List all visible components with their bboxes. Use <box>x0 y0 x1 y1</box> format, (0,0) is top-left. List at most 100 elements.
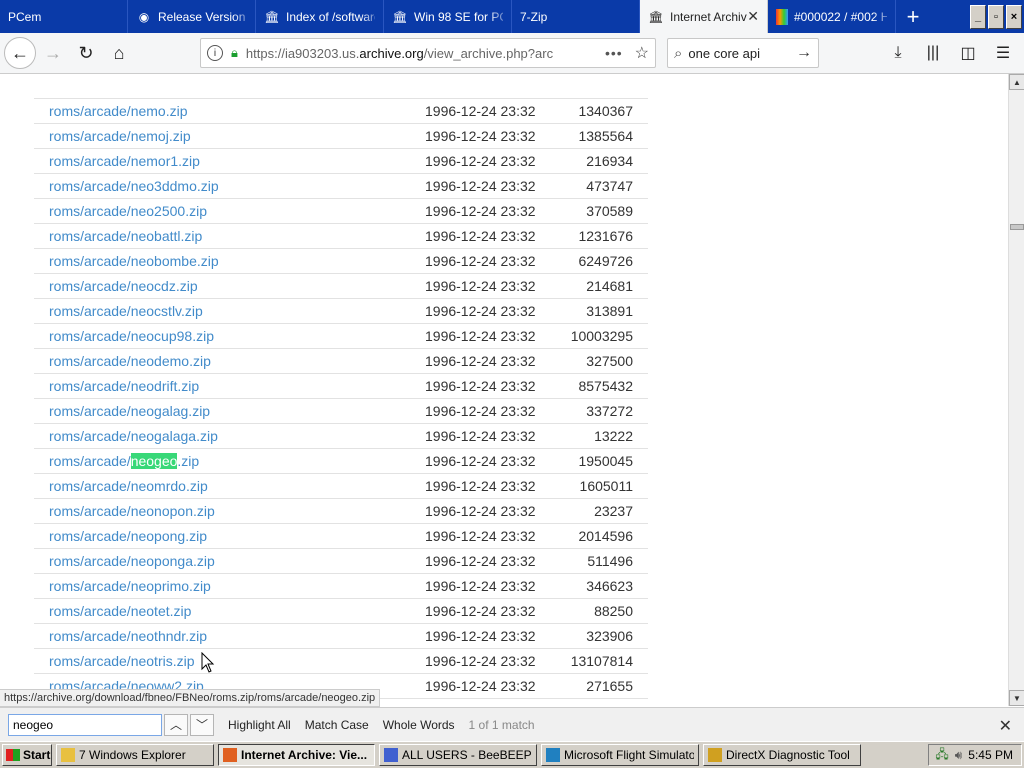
file-link[interactable]: roms/arcade/neocstlv.zip <box>34 298 410 324</box>
whole-words-option[interactable]: Whole Words <box>383 718 455 732</box>
maximize-button[interactable]: ▫ <box>988 4 1004 29</box>
highlight-all-option[interactable]: Highlight All <box>228 718 291 732</box>
taskbar-task-0[interactable]: 7 Windows Explorer <box>56 744 214 766</box>
tray-volume-icon[interactable]: 🔊︎ <box>955 748 963 763</box>
file-link[interactable]: roms/arcade/nemoj.zip <box>34 123 410 149</box>
tab-1[interactable]: ◉Release Version 3... <box>128 0 256 33</box>
file-link[interactable]: roms/arcade/neogeo.zip <box>34 448 410 474</box>
file-link[interactable]: roms/arcade/neodemo.zip <box>34 348 410 374</box>
url-text[interactable]: https://ia903203.us.archive.org/view_arc… <box>246 46 599 61</box>
taskbar-task-3[interactable]: Microsoft Flight Simulator 98 <box>541 744 699 766</box>
taskbar-task-1[interactable]: Internet Archive: Vie... <box>218 744 375 766</box>
tab-3[interactable]: 🏛︎Win 98 SE for PC... <box>384 0 512 33</box>
file-link[interactable]: roms/arcade/nemor1.zip <box>34 148 410 174</box>
file-link[interactable]: roms/arcade/neo3ddmo.zip <box>34 173 410 199</box>
file-link[interactable]: roms/arcade/neotet.zip <box>34 598 410 624</box>
file-link[interactable]: roms/arcade/neogalaga.zip <box>34 423 410 449</box>
file-link[interactable]: roms/arcade/neopong.zip <box>34 523 410 549</box>
file-size: 6249726 <box>570 248 648 274</box>
tab-5[interactable]: 🏛︎ Internet Archiv ✕ <box>640 0 768 33</box>
search-bar[interactable]: ⌕ one core api → <box>667 38 819 68</box>
file-size: 1340367 <box>570 98 648 124</box>
scroll-down-arrow[interactable]: ▼ <box>1009 690 1024 706</box>
match-case-option[interactable]: Match Case <box>305 718 369 732</box>
file-link[interactable]: roms/arcade/neobombe.zip <box>34 248 410 274</box>
file-link[interactable]: roms/arcade/neotris.zip <box>34 648 410 674</box>
sidebar-button[interactable]: ◫ <box>952 37 984 69</box>
taskbar-task-2[interactable]: ALL USERS - BeeBEEP ... <box>379 744 537 766</box>
tab-6[interactable]: #000022 / #002 H <box>768 0 896 33</box>
new-tab-button[interactable]: + <box>896 0 930 33</box>
file-link[interactable]: roms/arcade/neodrift.zip <box>34 373 410 399</box>
search-go-icon[interactable]: → <box>796 44 812 62</box>
tab-close-icon[interactable]: ✕ <box>747 8 759 25</box>
url-bar[interactable]: i 🔒︎ https://ia903203.us.archive.org/vie… <box>200 38 656 68</box>
taskbar-tasks: 7 Windows Explorer Internet Archive: Vie.… <box>52 744 861 766</box>
table-row: roms/arcade/neodrift.zip 1996-12-24 23:32… <box>34 373 648 399</box>
file-date: 1996-12-24 23:32 <box>410 198 570 224</box>
file-link[interactable]: roms/arcade/neothndr.zip <box>34 623 410 649</box>
find-highlight: neogeo <box>130 452 178 469</box>
downloads-button[interactable]: ⤓ <box>882 37 914 69</box>
tab-0[interactable]: PCem <box>0 0 128 33</box>
menu-button[interactable]: ☰ <box>987 37 1019 69</box>
table-row: roms/arcade/neotet.zip 1996-12-24 23:32 88… <box>34 598 648 624</box>
file-link[interactable]: roms/arcade/neo2500.zip <box>34 198 410 224</box>
mouse-cursor-icon <box>201 652 215 673</box>
table-row: roms/arcade/neogalaga.zip 1996-12-24 23:3… <box>34 423 648 449</box>
find-next-button[interactable]: ﹀ <box>190 713 214 736</box>
tab-4[interactable]: 7-Zip <box>512 0 640 33</box>
search-icon: ⌕ <box>674 44 683 62</box>
forward-button[interactable]: → <box>37 37 69 69</box>
library-button[interactable]: ||| <box>917 37 949 69</box>
file-link[interactable]: roms/arcade/nemo.zip <box>34 98 410 124</box>
file-size: 327500 <box>570 348 648 374</box>
file-size: 10003295 <box>570 323 648 349</box>
tray-network-icon[interactable]: 🖧 <box>935 745 948 766</box>
chevron-down-icon: ﹀ <box>195 718 208 732</box>
file-date: 1996-12-24 23:32 <box>410 373 570 399</box>
clock[interactable]: 5:45 PM <box>968 748 1013 762</box>
tab-fade <box>617 0 639 33</box>
reload-icon: ↻ <box>78 42 94 63</box>
search-input[interactable]: one core api <box>688 46 796 61</box>
scroll-up-arrow[interactable]: ▲ <box>1009 74 1024 90</box>
bookmark-star-icon[interactable]: ☆ <box>635 43 649 63</box>
file-link[interactable]: roms/arcade/neocdz.zip <box>34 273 410 299</box>
color-icon <box>776 8 788 25</box>
page-content: roms/arcade/nemo.zip 1996-12-24 23:32 1340… <box>0 74 1008 706</box>
info-icon[interactable]: i <box>207 45 223 61</box>
file-date: 1996-12-24 23:32 <box>410 123 570 149</box>
vertical-scrollbar[interactable]: ▲ ▼ <box>1008 74 1024 706</box>
taskbar-task-4[interactable]: DirectX Diagnostic Tool <box>703 744 861 766</box>
file-link[interactable]: roms/arcade/neoprimo.zip <box>34 573 410 599</box>
file-link[interactable]: roms/arcade/neonopon.zip <box>34 498 410 524</box>
download-icon: ⤓ <box>894 44 902 61</box>
file-link[interactable]: roms/arcade/neoponga.zip <box>34 548 410 574</box>
start-button[interactable]: Start <box>2 744 52 766</box>
scroll-thumb[interactable] <box>1010 224 1024 230</box>
home-icon: ⌂ <box>113 42 125 63</box>
taskbar-task-label: Internet Archive: Vie... <box>241 748 368 762</box>
page-actions-icon[interactable]: ••• <box>605 45 623 61</box>
file-size: 370589 <box>570 198 648 224</box>
file-size: 346623 <box>570 573 648 599</box>
file-link[interactable]: roms/arcade/neogalag.zip <box>34 398 410 424</box>
back-button[interactable]: ← <box>4 37 36 69</box>
find-input[interactable] <box>8 713 162 736</box>
system-tray: 🖧 🔊︎ 5:45 PM <box>928 744 1022 766</box>
find-bar: ︿ ﹀ Highlight All Match Case Whole Words… <box>0 707 1024 741</box>
home-button[interactable]: ⌂ <box>103 37 135 69</box>
tab-fade <box>105 0 127 33</box>
file-link[interactable]: roms/arcade/neobattl.zip <box>34 223 410 249</box>
find-previous-button[interactable]: ︿ <box>164 713 188 736</box>
table-row: roms/arcade/neoponga.zip 1996-12-24 23:32… <box>34 548 648 574</box>
file-link[interactable]: roms/arcade/neomrdo.zip <box>34 473 410 499</box>
reload-button[interactable]: ↻ <box>70 37 102 69</box>
file-link[interactable]: roms/arcade/neocup98.zip <box>34 323 410 349</box>
tab-2[interactable]: 🏛︎ Index of /software <box>256 0 384 33</box>
minimize-button[interactable]: _ <box>970 4 986 29</box>
file-name <box>34 74 410 99</box>
find-close-icon[interactable]: ✕ <box>999 716 1012 736</box>
close-window-button[interactable]: × <box>1006 4 1022 29</box>
